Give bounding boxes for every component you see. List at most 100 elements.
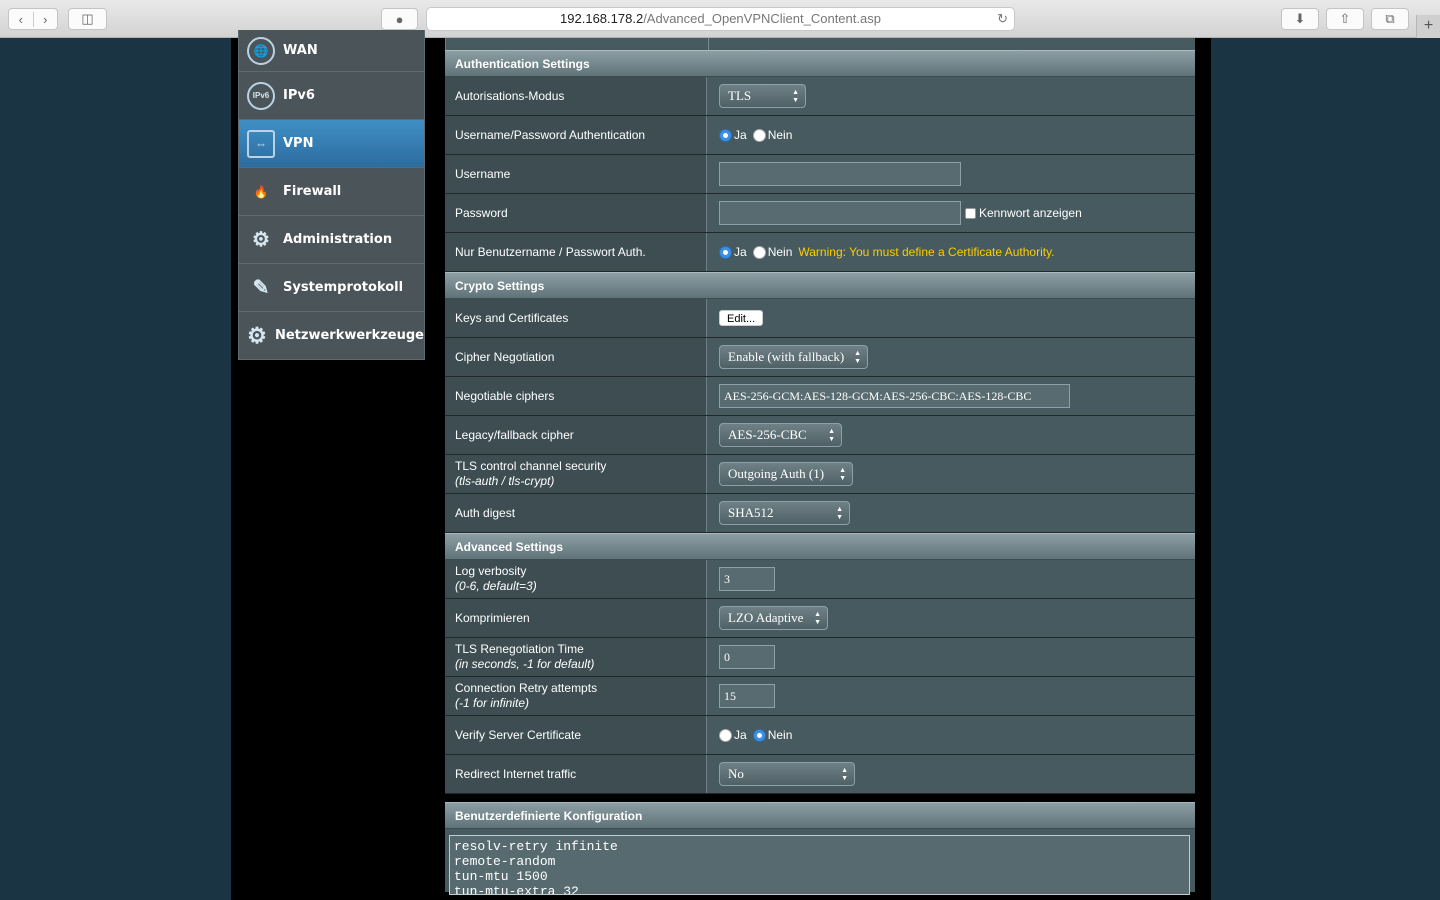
download-icon: ⬇	[1294, 11, 1306, 26]
sidebar-item-systemprotokoll[interactable]: ✎ Systemprotokoll	[238, 264, 425, 312]
row-hint: (tls-auth / tls-crypt)	[455, 474, 555, 488]
verify-yes-radio[interactable]: Ja	[719, 728, 747, 742]
row-label: TLS control channel security	[455, 459, 607, 473]
ipv6-icon: IPv6	[247, 81, 275, 110]
sidebar-item-label: IPv6	[283, 88, 315, 103]
legacy-cipher-select[interactable]: AES-256-CBC ▲ ▼	[719, 423, 842, 447]
negotiable-ciphers-input[interactable]: AES-256-GCM:AES-128-GCM:AES-256-CBC:AES-…	[719, 384, 1070, 408]
admin-icon: ⚙	[252, 229, 270, 251]
tls-control-select[interactable]: Outgoing Auth (1) ▲ ▼	[719, 462, 853, 486]
sidebar-item-label: Firewall	[283, 184, 342, 199]
sidebar-item-label: Systemprotokoll	[283, 280, 404, 295]
settings-panel: Authentication Settings Autorisations-Mo…	[445, 38, 1195, 895]
top-strip	[445, 38, 1195, 50]
sidebar-item-administration[interactable]: ⚙ Administration	[238, 216, 425, 264]
compression-select[interactable]: LZO Adaptive ▲ ▼	[719, 606, 828, 630]
row-label: Cipher Negotiation	[445, 338, 707, 376]
section-header-crypto: Crypto Settings	[445, 272, 1195, 299]
row-redirect-traffic: Redirect Internet traffic No ▲ ▼	[445, 755, 1195, 794]
verify-no-radio[interactable]: Nein	[752, 728, 792, 742]
row-legacy-cipher: Legacy/fallback cipher AES-256-CBC ▲ ▼	[445, 416, 1195, 455]
ghost-icon: ●	[395, 11, 404, 27]
row-password: Password Kennwort anzeigen	[445, 194, 1195, 233]
row-label: Komprimieren	[445, 599, 707, 637]
row-negotiable-ciphers: Negotiable ciphers AES-256-GCM:AES-128-G…	[445, 377, 1195, 416]
sidebar-item-ipv6[interactable]: IPv6 IPv6	[238, 72, 425, 120]
password-input[interactable]	[719, 201, 961, 225]
select-arrows-icon: ▲ ▼	[814, 610, 821, 626]
sidebar-item-netzwerkwerkzeuge[interactable]: ⚙ Netzwerkwerkzeuge	[238, 312, 425, 360]
row-label: Username/Password Authentication	[445, 116, 707, 154]
downloads-button[interactable]: ⬇	[1281, 8, 1319, 30]
row-auth-mode: Autorisations-Modus TLS ▲ ▼	[445, 77, 1195, 116]
sidebar-toggle-button[interactable]: ◫	[68, 8, 107, 30]
reload-icon[interactable]: ↻	[997, 8, 1008, 30]
row-label: Nur Benutzername / Passwort Auth.	[445, 233, 707, 271]
custom-config-textarea[interactable]: resolv-retry infinite remote-random tun-…	[449, 835, 1190, 895]
only-userpass-no-radio[interactable]: Nein	[752, 245, 792, 259]
row-label: Username	[445, 155, 707, 193]
address-bar[interactable]: 192.168.178.2/Advanced_OpenVPNClient_Con…	[426, 7, 1015, 31]
ca-warning: Warning: You must define a Certificate A…	[798, 245, 1055, 259]
row-keys: Keys and Certificates Edit...	[445, 299, 1195, 338]
auth-digest-select[interactable]: SHA512 ▲ ▼	[719, 501, 850, 525]
tls-renegotiation-input[interactable]: 0	[719, 645, 775, 669]
select-arrows-icon: ▲ ▼	[828, 427, 835, 443]
show-password-checkbox[interactable]	[965, 207, 976, 219]
back-forward-buttons[interactable]: ‹ ›	[8, 8, 58, 30]
row-connection-retry: Connection Retry attempts (-1 for infini…	[445, 677, 1195, 716]
row-label: Negotiable ciphers	[445, 377, 707, 415]
tabs-button[interactable]: ⧉	[1371, 8, 1409, 30]
only-userpass-yes-radio[interactable]: Ja	[719, 245, 747, 259]
select-arrows-icon: ▲ ▼	[854, 349, 861, 365]
sidebar-item-label: Administration	[283, 232, 393, 247]
redirect-traffic-select[interactable]: No ▲ ▼	[719, 762, 855, 786]
row-label: Password	[445, 194, 707, 232]
privacy-button[interactable]: ●	[381, 8, 418, 30]
tools-icon: ⚙	[247, 322, 267, 348]
userpass-no-radio[interactable]: Nein	[752, 128, 792, 142]
connection-retry-input[interactable]: 15	[719, 684, 775, 708]
row-hint: (in seconds, -1 for default)	[455, 657, 595, 671]
show-password-label: Kennwort anzeigen	[979, 206, 1082, 220]
userpass-yes-radio[interactable]: Ja	[719, 128, 747, 142]
select-arrows-icon: ▲ ▼	[839, 466, 846, 482]
sidebar-item-vpn[interactable]: ⇔ VPN	[238, 120, 425, 168]
share-button[interactable]: ⇧	[1326, 8, 1364, 30]
edit-keys-button[interactable]: Edit...	[719, 310, 764, 326]
row-hint: (0-6, default=3)	[455, 579, 537, 593]
row-only-userpass: Nur Benutzername / Passwort Auth. Ja Nei…	[445, 233, 1195, 272]
log-icon: ✎	[252, 277, 270, 299]
auth-mode-select[interactable]: TLS ▲ ▼	[719, 84, 806, 108]
share-icon: ⇧	[1339, 11, 1351, 26]
row-label: Legacy/fallback cipher	[445, 416, 707, 454]
forward-icon[interactable]: ›	[32, 11, 58, 27]
new-tab-button[interactable]: +	[1416, 15, 1440, 38]
log-verbosity-input[interactable]: 3	[719, 567, 775, 591]
sidebar: 🌐 WAN IPv6 IPv6 ⇔ VPN 🔥 Firewall ⚙ Admin…	[238, 30, 425, 360]
globe-icon: 🌐	[247, 36, 275, 65]
firewall-icon: 🔥	[253, 184, 269, 199]
row-label: Connection Retry attempts	[455, 681, 598, 695]
username-input[interactable]	[719, 162, 961, 186]
row-label: Keys and Certificates	[445, 299, 707, 337]
url-host: 192.168.178.2	[560, 11, 644, 26]
sidebar-item-label: Netzwerkwerkzeuge	[274, 328, 424, 343]
url-path: /Advanced_OpenVPNClient_Content.asp	[643, 11, 881, 26]
browser-toolbar: ‹ › ◫ ● 192.168.178.2/Advanced_OpenVPNCl…	[0, 0, 1440, 38]
row-label: Autorisations-Modus	[445, 77, 707, 115]
row-userpass-auth: Username/Password Authentication Ja Nein	[445, 116, 1195, 155]
sidebar-item-firewall[interactable]: 🔥 Firewall	[238, 168, 425, 216]
row-label: Log verbosity	[455, 564, 527, 578]
row-tls-renegotiation: TLS Renegotiation Time (in seconds, -1 f…	[445, 638, 1195, 677]
cipher-negotiation-select[interactable]: Enable (with fallback) ▲ ▼	[719, 345, 868, 369]
section-header-custom: Benutzerdefinierte Konfiguration	[445, 802, 1195, 829]
back-icon[interactable]: ‹	[9, 12, 33, 27]
select-arrows-icon: ▲ ▼	[836, 505, 843, 521]
row-label: Auth digest	[445, 494, 707, 532]
sidebar-item-wan[interactable]: 🌐 WAN	[238, 30, 425, 72]
sidebar-item-label: VPN	[283, 136, 314, 151]
section-header-advanced: Advanced Settings	[445, 533, 1195, 560]
row-log-verbosity: Log verbosity (0-6, default=3) 3	[445, 560, 1195, 599]
row-label: Verify Server Certificate	[445, 716, 707, 754]
